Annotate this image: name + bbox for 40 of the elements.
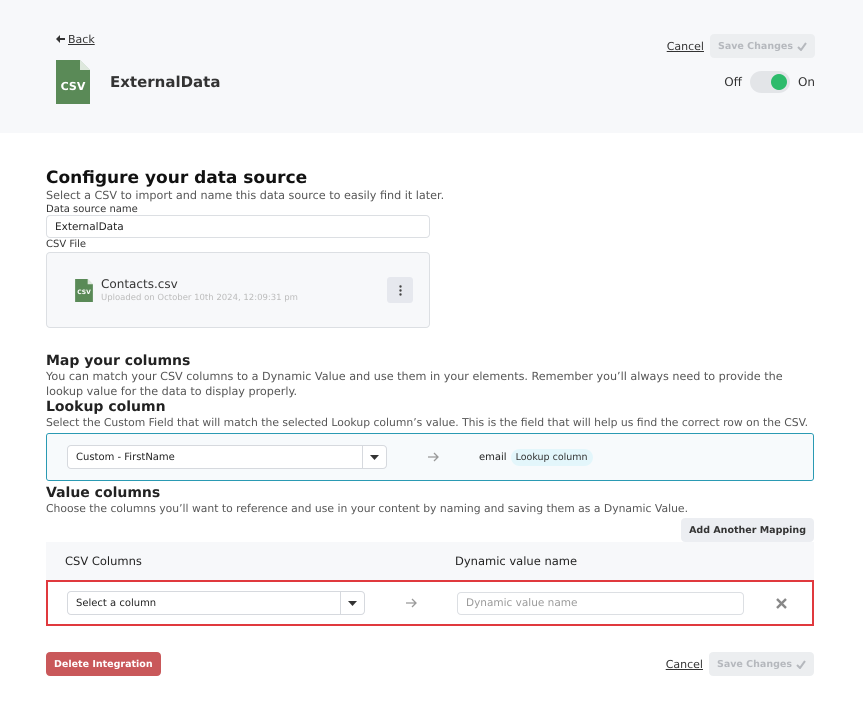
upload-date: Uploaded on October 10th 2024, 12:09:31 pm bbox=[101, 293, 298, 303]
section-description: Select a CSV to import and name this data source to easily find it later. bbox=[46, 188, 446, 203]
csv-column-select[interactable]: Select a column bbox=[67, 591, 365, 615]
back-link[interactable]: Back bbox=[56, 32, 95, 46]
integration-title: ExternalData bbox=[110, 73, 220, 91]
data-source-name-field[interactable]: ExternalData bbox=[46, 215, 430, 238]
lookup-column-tag: Lookup column bbox=[510, 448, 593, 466]
caret-down-icon bbox=[348, 600, 357, 606]
section-title: Lookup column bbox=[46, 399, 167, 415]
section-description: You can match your CSV columns to a Dynamic Value and use them in your elements. Remember you’ll always need to provide the lookup value for the data to display properly. bbox=[46, 369, 784, 399]
more-vertical-icon bbox=[398, 284, 402, 296]
toggle-switch[interactable] bbox=[750, 71, 790, 93]
cancel-link[interactable]: Cancel bbox=[666, 658, 703, 670]
section-description: Choose the columns you’ll want to reference and use in your content by naming and saving them as a Dynamic Value. bbox=[46, 501, 690, 516]
section-title: Configure your data source bbox=[46, 168, 308, 188]
arrow-right-icon bbox=[405, 598, 417, 608]
custom-field-select[interactable]: Custom - FirstName bbox=[67, 445, 387, 469]
column-header: Dynamic value name bbox=[455, 554, 578, 568]
field-label: CSV File bbox=[46, 239, 88, 250]
check-icon bbox=[797, 42, 807, 50]
field-label: Data source name bbox=[46, 204, 139, 215]
close-icon[interactable] bbox=[776, 598, 787, 608]
csv-file-icon: CSV bbox=[56, 60, 90, 104]
caret-down-icon bbox=[370, 454, 379, 460]
add-mapping-button[interactable]: Add Another Mapping bbox=[681, 518, 814, 542]
column-header: CSV Columns bbox=[65, 554, 143, 568]
delete-integration-button[interactable]: Delete Integration bbox=[46, 652, 161, 676]
lookup-column-name: email bbox=[479, 452, 507, 462]
section-description: Select the Custom Field that will match the selected Lookup column’s value. This is the field that will help us find the correct row on the CSV. bbox=[46, 415, 810, 430]
section-title: Value columns bbox=[46, 485, 162, 501]
dynamic-value-name-field[interactable]: Dynamic value name bbox=[457, 592, 744, 614]
more-options-button[interactable] bbox=[387, 277, 413, 303]
on-label: On bbox=[798, 75, 815, 89]
off-label: Off bbox=[724, 75, 742, 89]
check-icon bbox=[796, 660, 806, 668]
arrow-right-icon bbox=[427, 452, 439, 462]
cancel-link[interactable]: Cancel bbox=[666, 40, 704, 52]
section-title: Map your columns bbox=[46, 353, 192, 369]
file-name: Contacts.csv bbox=[101, 277, 179, 291]
back-arrow-icon bbox=[56, 35, 65, 43]
